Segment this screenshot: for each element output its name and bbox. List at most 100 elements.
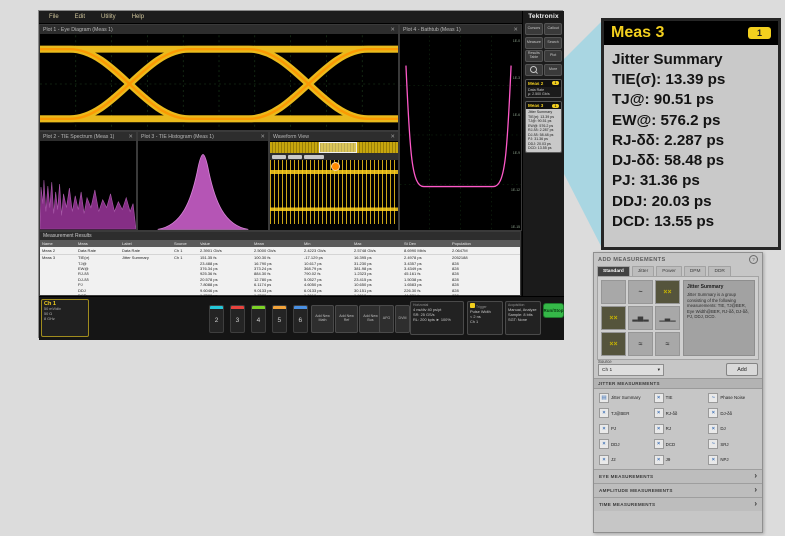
accordion-section[interactable]: EYE MEASUREMENTS › xyxy=(594,469,762,483)
measurement-thumbnail[interactable]: ≈ xyxy=(655,332,680,356)
close-icon[interactable]: ✕ xyxy=(260,134,265,140)
close-icon[interactable]: ✕ xyxy=(390,134,395,140)
generator-button[interactable]: DVM xyxy=(395,305,410,333)
cell-name: Meas 3 xyxy=(40,255,76,260)
close-icon[interactable]: ✕ xyxy=(128,134,133,140)
menu-item[interactable]: File xyxy=(49,14,59,20)
add-button[interactable]: Add xyxy=(726,363,758,376)
collapsed-sections: EYE MEASUREMENTS › AMPLITUDE MEASUREMENT… xyxy=(594,469,762,511)
channel-button[interactable]: 5 xyxy=(272,305,287,333)
ch1-badge[interactable]: Ch 1 50 mV/div50 Ω8 GHz xyxy=(41,299,89,337)
measurement-item[interactable]: × DJ xyxy=(705,421,760,437)
measurement-tab[interactable]: Jitter xyxy=(632,266,654,276)
table-row[interactable]: Meas 2 Data Rate Data Rate Ch 1 2.3901 G… xyxy=(40,247,520,255)
measurement-tab[interactable]: DDR xyxy=(708,266,730,276)
cell-max: 23.415 ps xyxy=(352,277,402,282)
acquisition-badge[interactable]: Acquisition Manual, AnalyzeSample: 8 bit… xyxy=(505,301,541,335)
table-row[interactable]: TJ@ 23.488 ps 16.790 ps 10.617 ps 31.230… xyxy=(40,260,520,265)
zoom-window-handle[interactable] xyxy=(319,142,357,153)
table-row[interactable]: DDJ 9.6046 ps 9.0133 ps 6.0133 ps 30.151… xyxy=(40,287,520,292)
measurement-thumbnail[interactable]: ▂▅▂ xyxy=(628,306,653,330)
menu-item[interactable]: Utility xyxy=(101,14,116,20)
measurement-item-label: Jitter Summary xyxy=(611,395,641,400)
column-header: Mean xyxy=(252,241,302,246)
plot-button[interactable]: Plot xyxy=(544,50,562,62)
measurement-item[interactable]: × PJ xyxy=(596,421,651,437)
measure-button[interactable]: Measure xyxy=(525,37,543,49)
meas2-badge[interactable]: Meas 21 Data Rateμ: 2.500 Gb/s xyxy=(525,79,562,99)
close-icon[interactable]: ✕ xyxy=(513,27,518,33)
horizontal-setting-line: RL: 200 kpts ► 100% xyxy=(413,317,461,322)
accordion-section[interactable]: TIME MEASUREMENTS › xyxy=(594,497,762,511)
measurement-tab[interactable]: DPM xyxy=(684,266,707,276)
horizontal-badge[interactable]: Horizontal 4 ns/div 40 ps/ptSR: 25 GS/sR… xyxy=(410,301,464,335)
channel-button[interactable]: 4 xyxy=(251,305,266,333)
measurement-item[interactable]: × TJ@BER xyxy=(596,406,651,422)
cursors-button[interactable]: Cursors xyxy=(525,23,543,35)
measurement-thumbnail[interactable]: ≈ xyxy=(628,332,653,356)
channel-button[interactable]: 2 xyxy=(209,305,224,333)
accordion-label: EYE MEASUREMENTS xyxy=(599,474,653,479)
channel-button[interactable]: 6 xyxy=(293,305,308,333)
add-new-button[interactable]: Add New Math xyxy=(311,305,334,333)
measurement-thumbnail[interactable]: ×× xyxy=(601,306,626,330)
measurement-item[interactable]: ~ SRJ xyxy=(705,437,760,453)
measurement-item[interactable]: × J2 xyxy=(596,452,651,468)
waveform-trace-area[interactable] xyxy=(270,160,398,224)
callout-button[interactable]: Callout xyxy=(544,23,562,35)
channel-color-stripe xyxy=(252,306,265,309)
results-table-button[interactable]: Results Table xyxy=(525,50,543,62)
column-header: Population xyxy=(450,241,520,246)
source-select[interactable]: Ch 1 ▾ xyxy=(598,364,664,376)
tektronix-logo: Tektronix xyxy=(525,13,562,20)
histogram-trace xyxy=(138,142,268,231)
measurement-thumbnail[interactable] xyxy=(601,280,626,304)
accordion-label: AMPLITUDE MEASUREMENTS xyxy=(599,488,673,493)
measurement-item[interactable]: × RJ-δδ xyxy=(651,406,706,422)
help-icon[interactable]: ? xyxy=(749,255,758,264)
column-header: Source xyxy=(172,241,198,246)
measurement-thumbnail[interactable]: ~ xyxy=(628,280,653,304)
search-button[interactable]: Search xyxy=(544,37,562,49)
measurement-item[interactable]: × J9 xyxy=(651,452,706,468)
channel-button[interactable]: 3 xyxy=(230,305,245,333)
column-header: Label xyxy=(120,241,172,246)
measurement-item-icon: ~ xyxy=(708,439,718,449)
measurement-tab[interactable]: Power xyxy=(656,266,682,276)
menu-item[interactable]: Edit xyxy=(75,14,85,20)
cell-value: 151.35 fs xyxy=(198,255,252,260)
waveform-overview-band[interactable] xyxy=(270,142,398,153)
measurement-item[interactable]: × RJ xyxy=(651,421,706,437)
measurement-tab[interactable]: Standard xyxy=(597,266,630,276)
close-icon[interactable]: ✕ xyxy=(390,27,395,33)
measurement-item[interactable]: ▤ Jitter Summary xyxy=(596,390,651,406)
generator-button[interactable]: AFG xyxy=(379,305,394,333)
menu-item[interactable]: Help xyxy=(132,14,144,20)
table-row[interactable]: PJ 7.8088 ps 6.1174 ps 4.6050 ps 10.650 … xyxy=(40,282,520,287)
measurement-item[interactable]: ~ Phase Noise xyxy=(705,390,760,406)
trigger-marker-icon[interactable] xyxy=(331,162,340,171)
table-row[interactable]: Meas 3 TIE(σ) Jitter Summary Ch 1 151.35… xyxy=(40,255,520,260)
zoom-button[interactable] xyxy=(525,64,543,76)
cell-population: 2052188 xyxy=(450,255,520,260)
run-stop-button[interactable]: Run/Stop xyxy=(543,303,564,318)
more-button[interactable]: More xyxy=(544,64,562,76)
measurement-item[interactable]: × DJ-δδ xyxy=(705,406,760,422)
meas3-badge[interactable]: Meas 31 Jitter SummaryTIE(σ): 13.39 psTJ… xyxy=(525,101,562,152)
add-new-button[interactable]: Add New Ref xyxy=(335,305,358,333)
table-row[interactable]: DJ-δδ 20.578 ps 12.780 ps 5.0527 ps 23.4… xyxy=(40,277,520,282)
measurement-thumbnail[interactable]: ×× xyxy=(601,332,626,356)
table-row[interactable]: EW@ 376.34 ps 373.24 ps 368.79 ps 381.98… xyxy=(40,266,520,271)
measurement-item[interactable]: × NPJ xyxy=(705,452,760,468)
trigger-badge[interactable]: Trigger Pulse Width< 2 nsCh 1 xyxy=(467,301,503,335)
meas3-line: DCD: 13.55 ps xyxy=(528,146,559,150)
measurement-item[interactable]: × DCD xyxy=(651,437,706,453)
callout-measurement-line: EW@: 576.2 ps xyxy=(612,111,770,131)
measurement-item[interactable]: × TIE xyxy=(651,390,706,406)
plot2-title: Plot 2 - TIE Spectrum (Meas 1) xyxy=(43,134,114,140)
table-row[interactable]: RJ-δδ 925.36 fs 884.30 fs 790.02 fs 1.23… xyxy=(40,271,520,276)
measurement-item[interactable]: × DDJ xyxy=(596,437,651,453)
accordion-section[interactable]: AMPLITUDE MEASUREMENTS › xyxy=(594,483,762,497)
measurement-thumbnail[interactable]: ▁▃▁ xyxy=(655,306,680,330)
measurement-thumbnail[interactable]: ×× xyxy=(655,280,680,304)
